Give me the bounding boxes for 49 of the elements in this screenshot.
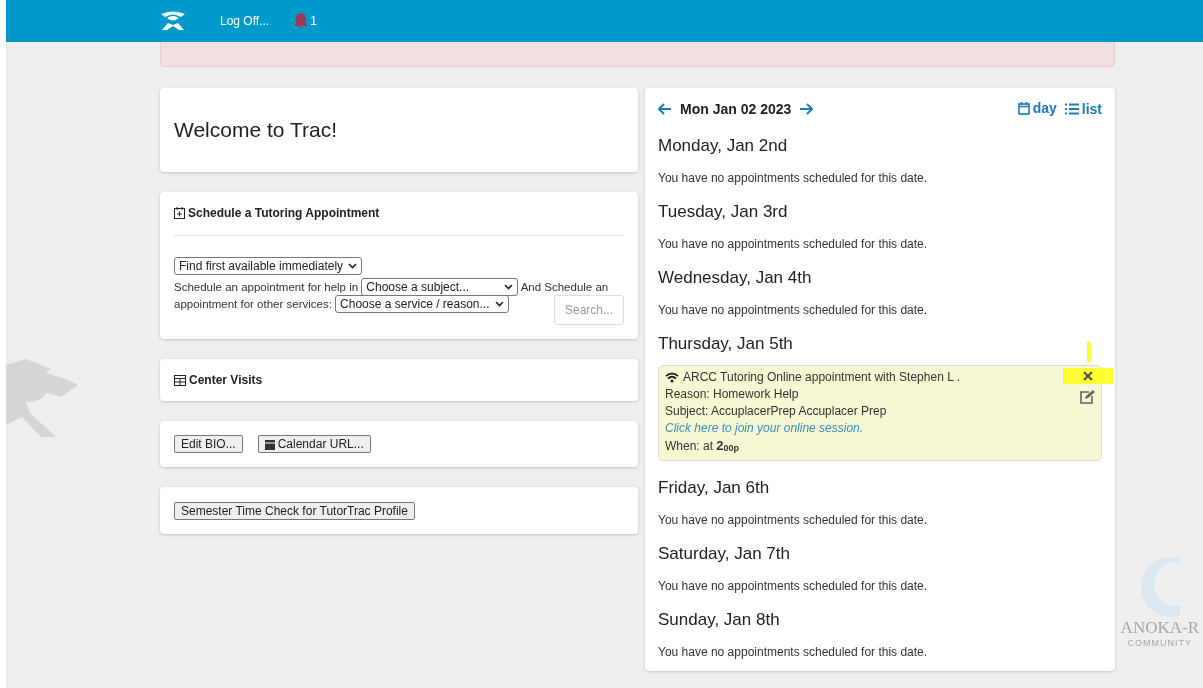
list-view-link[interactable]: list (1064, 100, 1102, 117)
subject-select[interactable]: Choose a subject... (361, 278, 519, 296)
day-heading: Sunday, Jan 8th (658, 609, 781, 630)
appointment-reason: Reason: Homework Help (665, 385, 800, 403)
chevron-down-icon (504, 284, 514, 290)
no-appointments-text: You have no appointments scheduled for this date. (658, 512, 929, 527)
day-heading: Monday, Jan 2nd (658, 135, 789, 156)
services-text: appointment for other services: (174, 298, 332, 310)
close-icon (1083, 370, 1093, 381)
eye-logo-icon[interactable] (160, 11, 186, 31)
services-text: And Schedule an (520, 281, 609, 293)
wifi-icon (665, 371, 679, 383)
calendar-plus-icon (174, 207, 185, 219)
list-icon (1064, 102, 1079, 115)
no-appointments-text: You have no appointments scheduled for this date. (658, 578, 929, 593)
previous-arrow-icon[interactable] (658, 103, 672, 116)
day-view-link[interactable]: day (1017, 100, 1057, 116)
service-select[interactable]: Choose a service / reason... (335, 295, 509, 313)
no-appointments-text: You have no appointments scheduled for this date. (658, 302, 929, 317)
chevron-down-icon (494, 301, 504, 307)
college-logo-tagline: COMMUNITY (1127, 638, 1193, 648)
edit-bio-button[interactable]: Edit BIO... (174, 435, 243, 453)
schedule-text: Schedule an appointment for help in (174, 281, 359, 293)
welcome-title: Welcome to Trac! (174, 118, 338, 142)
no-appointments-text: You have no appointments scheduled for this date. (658, 236, 929, 251)
day-heading: Tuesday, Jan 3rd (658, 201, 789, 222)
day-heading: Wednesday, Jan 4th (658, 267, 813, 288)
table-icon (174, 374, 186, 386)
cancel-button[interactable] (1063, 367, 1113, 384)
calendar-url-button[interactable]: Calendar URL... (257, 435, 371, 453)
next-arrow-icon[interactable] (799, 103, 814, 116)
college-logo-name: ANOKA-R (1120, 618, 1199, 638)
calendar-icon (1017, 101, 1030, 115)
chevron-down-icon (348, 263, 358, 269)
calendar-date: Mon Jan 02 2023 (680, 101, 792, 118)
time-check-button[interactable]: Semester Time Check for TutorTrac Profile (174, 502, 415, 520)
day-heading: Thursday, Jan 5th (658, 333, 794, 354)
calendar-icon (264, 438, 275, 450)
mode-select[interactable]: Find first available immediately (174, 257, 363, 275)
appointment-headline: ARCC Tutoring Online appointment with Stephen L . (683, 368, 961, 386)
center-visits-title: Center Visits (189, 373, 263, 387)
day-heading: Friday, Jan 6th (658, 477, 771, 498)
appointment-time: When: at 2$_{00p}$ (665, 436, 741, 455)
day-heading: Saturday, Jan 7th (658, 543, 791, 564)
appointment-subject: Subject: AccuplacerPrep Accuplacer Prep (665, 402, 888, 420)
no-appointments-text: You have no appointments scheduled for this date. (658, 170, 929, 185)
edit-icon[interactable] (1080, 389, 1095, 404)
no-appointments-text: You have no appointments scheduled for this date. (658, 644, 929, 659)
schedule-title: Schedule a Tutoring Appointment (188, 206, 380, 220)
